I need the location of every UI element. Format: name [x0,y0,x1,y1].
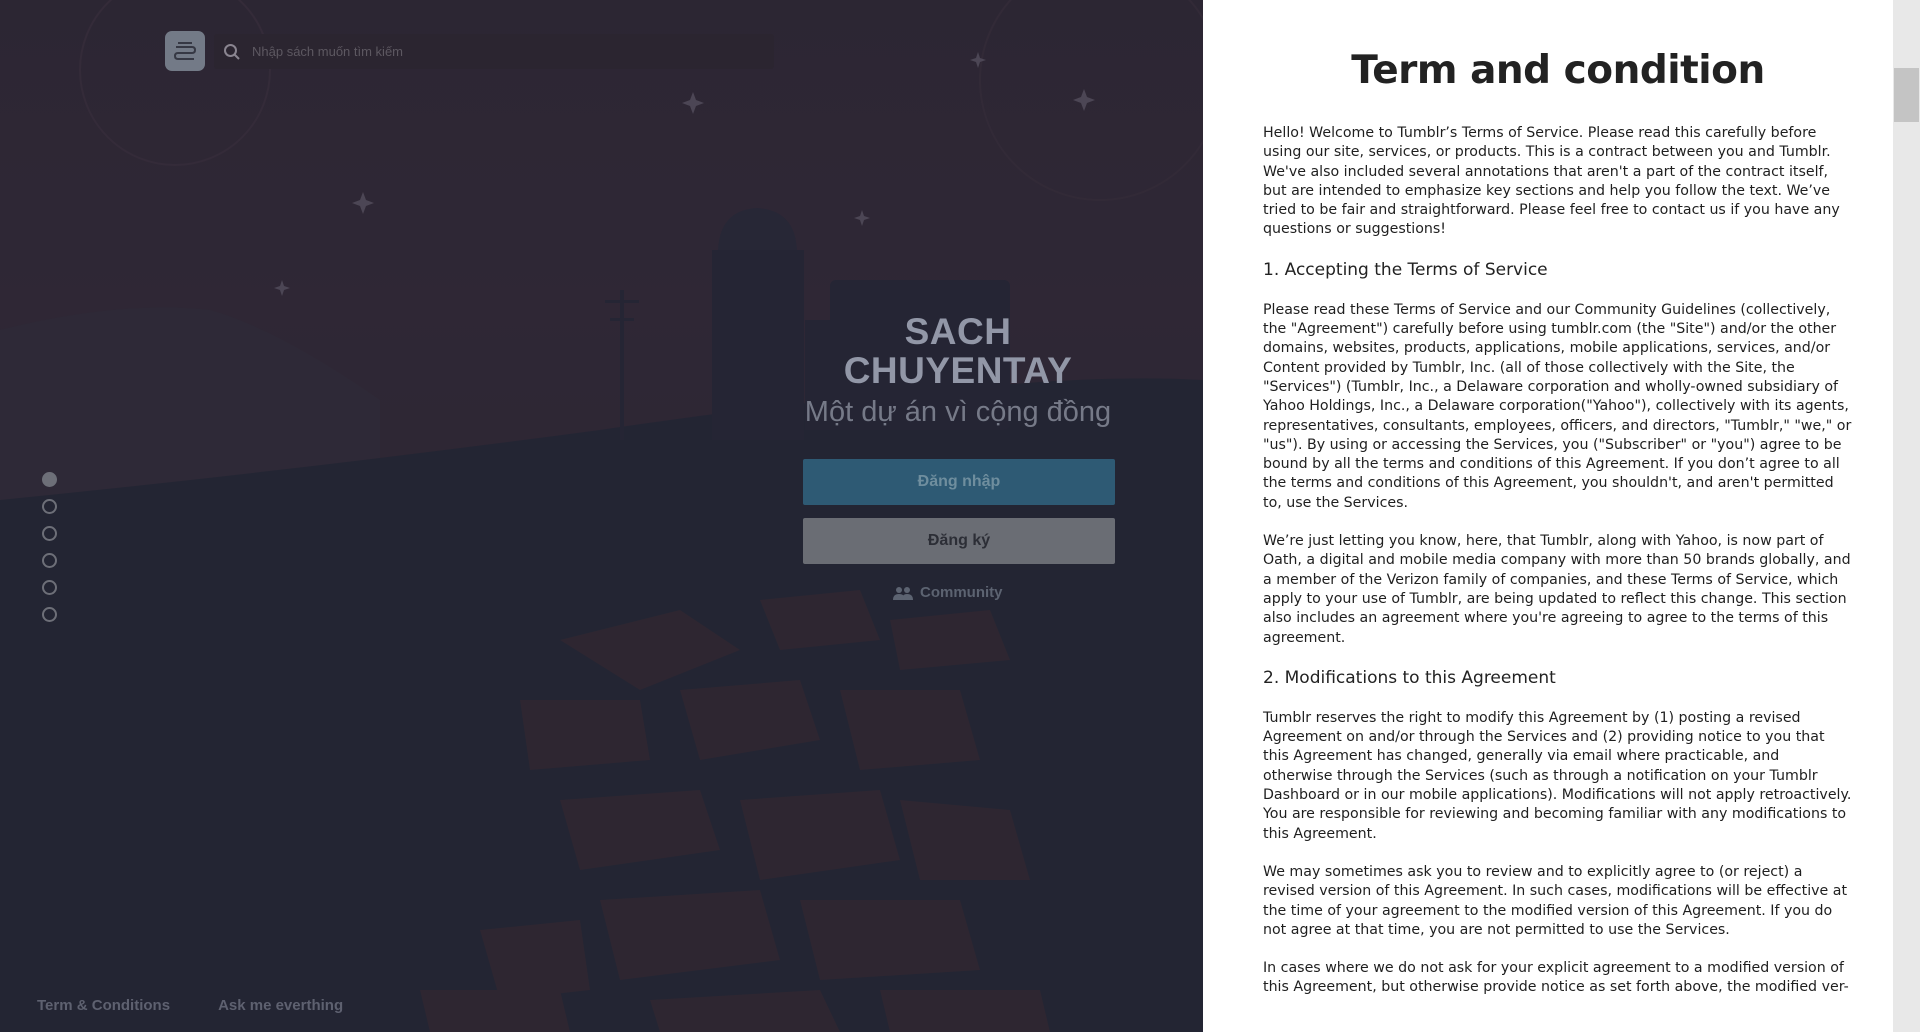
book-logo-icon [173,42,197,60]
community-label: Community [920,584,1003,601]
slider-dot[interactable] [42,580,57,595]
terms-panel[interactable]: Term and condition Hello! Welcome to Tum… [1203,0,1893,1032]
section-2-paragraph: We may sometimes ask you to review and t… [1263,863,1848,938]
brand-line-1: SACH [904,311,1012,352]
section-2-heading: 2. Modifications to this Agreement [1263,667,1556,688]
terms-conditions-link[interactable]: Term & Conditions [37,997,170,1014]
footer-links: Term & Conditions Ask me everthing [37,997,343,1014]
section-1-heading: 1. Accepting the Terms of Service [1263,259,1548,280]
terms-content: Hello! Welcome to Tumblr’s Terms of Serv… [1263,124,1853,1017]
search-icon [214,43,250,61]
tagline: Một dự án vì cộng đồng [804,396,1112,428]
brand-line-2: CHUYENTAY [843,350,1073,391]
slider-dot[interactable] [42,607,57,622]
ask-me-link[interactable]: Ask me everthing [218,997,343,1014]
slider-dot[interactable] [42,553,57,568]
register-button[interactable]: Đăng ký [803,518,1115,564]
slider-dot[interactable] [42,526,57,541]
users-icon [893,586,913,600]
section-1-paragraph: We’re just letting you know, here, that … [1263,533,1851,646]
scrollbar-thumb[interactable] [1894,68,1919,122]
terms-title: Term and condition [1351,48,1765,93]
dim-overlay [0,0,1203,1032]
terms-intro: Hello! Welcome to Tumblr’s Terms of Serv… [1263,125,1840,238]
search-bar[interactable] [214,34,774,69]
slider-dots [42,472,57,634]
community-link[interactable]: Community [892,584,1003,601]
slider-dot[interactable] [42,472,57,487]
section-2-paragraph: In cases where we do not ask for your ex… [1263,960,1849,996]
scrollbar-track[interactable] [1893,0,1920,1032]
login-button[interactable]: Đăng nhập [803,459,1115,505]
section-2-paragraph: Tumblr reserves the right to modify this… [1263,709,1852,842]
section-1-paragraph: Please read these Terms of Service and o… [1263,301,1852,511]
background-scene [0,0,1203,1032]
slider-dot[interactable] [42,499,57,514]
brand-title: SACH CHUYENTAY [780,312,1136,390]
search-input[interactable] [250,43,774,60]
app-logo-button[interactable] [165,31,205,71]
